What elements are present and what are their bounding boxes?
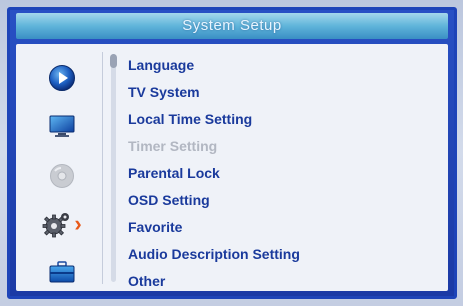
tv-screen: System Setup › Language TV System Local …: [0, 0, 463, 306]
scrollbar-thumb[interactable]: [110, 54, 117, 68]
menu-item-favorite[interactable]: Favorite: [128, 214, 438, 241]
menu-panel: › Language TV System Local Time Setting …: [16, 44, 448, 291]
menu-item-language[interactable]: Language: [128, 52, 438, 79]
system-setup-window: System Setup › Language TV System Local …: [7, 7, 457, 299]
category-sidebar: ›: [16, 44, 101, 291]
selected-marker: ›: [74, 211, 82, 236]
window-title: System Setup: [16, 13, 448, 39]
toolbox-icon[interactable]: [44, 258, 80, 286]
menu-item-tv-system[interactable]: TV System: [128, 79, 438, 106]
menu-item-other[interactable]: Other: [128, 268, 438, 295]
menu-item-local-time-setting[interactable]: Local Time Setting: [128, 106, 438, 133]
menu-item-parental-lock[interactable]: Parental Lock: [128, 160, 438, 187]
system-gear-icon[interactable]: ›: [40, 210, 84, 238]
setup-menu-list: Language TV System Local Time Setting Ti…: [128, 52, 438, 295]
disc-icon[interactable]: [44, 162, 80, 190]
menu-item-timer-setting: Timer Setting: [128, 138, 218, 154]
panel-divider: [102, 52, 103, 284]
media-play-icon[interactable]: [44, 64, 80, 92]
menu-item-audio-description-setting[interactable]: Audio Description Setting: [128, 241, 438, 268]
tv-screen-icon[interactable]: [44, 112, 80, 140]
menu-item-osd-setting[interactable]: OSD Setting: [128, 187, 438, 214]
scrollbar-track[interactable]: [111, 54, 116, 282]
